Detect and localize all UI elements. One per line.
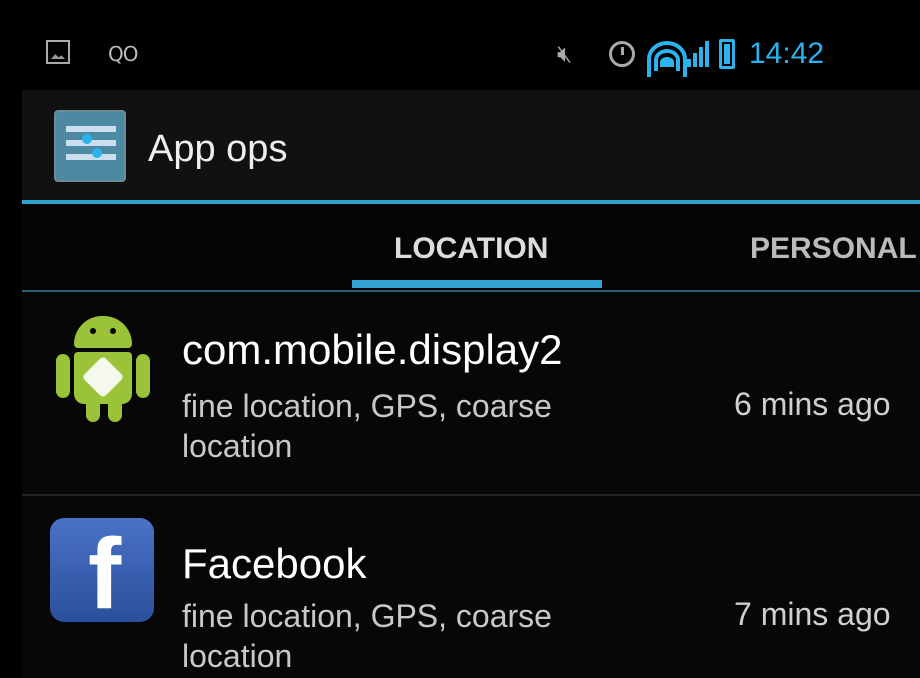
voicemail-icon: QO [108,42,139,66]
status-bar: QO 🔇︎ 14:42 [22,18,920,90]
alarm-icon [609,41,635,67]
action-bar: App ops [22,90,920,204]
phone-screen: QO 🔇︎ 14:42 App ops LOCATION PERSONAL co… [22,18,920,678]
wifi-icon [647,39,687,77]
status-icons: 🔇︎ 14:42 [557,36,825,77]
last-access-time: 7 mins ago [734,596,891,632]
tab-location[interactable]: LOCATION [394,232,548,266]
image-icon [46,40,70,64]
status-time: 14:42 [749,37,825,70]
app-name: com.mobile.display2 [182,326,563,373]
signal-icon [687,41,709,67]
app-name: Facebook [182,540,367,587]
page-title: App ops [148,128,288,170]
battery-icon [719,39,735,69]
tab-personal[interactable]: PERSONAL [750,232,917,266]
list-item[interactable]: f Facebook fine location, GPS, coarse lo… [22,496,920,678]
tab-selected-indicator [352,280,602,288]
app-permissions: fine location, GPS, coarse location [182,388,552,464]
tab-bar: LOCATION PERSONAL [22,204,920,292]
mute-icon: 🔇︎ [557,40,573,68]
android-icon [50,310,156,422]
list-item[interactable]: com.mobile.display2 fine location, GPS, … [22,294,920,496]
facebook-icon: f [50,518,156,628]
last-access-time: 6 mins ago [734,386,891,422]
app-permissions: fine location, GPS, coarse location [182,598,552,674]
app-ops-icon[interactable] [54,110,126,182]
